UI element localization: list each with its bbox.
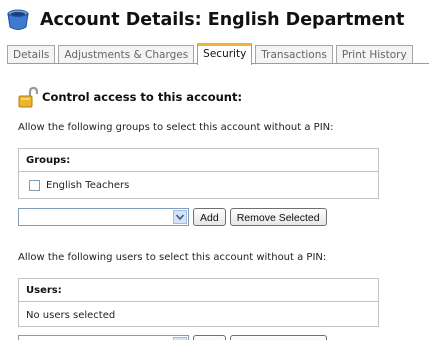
group-select[interactable]: [18, 208, 189, 226]
user-select[interactable]: [18, 335, 189, 340]
tab-bar: Details Adjustments & Charges Security T…: [7, 42, 429, 65]
page-title: Account Details: English Department: [40, 10, 405, 30]
page-header: Account Details: English Department: [6, 6, 404, 34]
users-list: Users: No users selected: [18, 278, 379, 327]
groups-header: Groups:: [19, 149, 378, 172]
user-controls: Add Remove Selected: [18, 335, 331, 340]
remove-selected-group-button[interactable]: Remove Selected: [229, 208, 327, 226]
users-description: Allow the following users to select this…: [18, 252, 327, 263]
groups-list: Groups: English Teachers: [18, 148, 379, 199]
tab-transactions[interactable]: Transactions: [255, 45, 333, 64]
remove-selected-user-button[interactable]: Remove Selected: [229, 335, 327, 340]
tab-security[interactable]: Security: [197, 43, 253, 65]
tab-print-history[interactable]: Print History: [335, 45, 413, 64]
group-label: English Teachers: [46, 180, 130, 191]
group-checkbox[interactable]: [29, 180, 40, 191]
tab-adjustments-charges[interactable]: Adjustments & Charges: [58, 45, 195, 64]
account-cup-icon: [6, 8, 30, 32]
groups-description: Allow the following groups to select thi…: [18, 122, 334, 133]
users-header: Users:: [19, 279, 378, 302]
tab-details[interactable]: Details: [7, 45, 56, 64]
users-empty-message: No users selected: [26, 310, 116, 321]
padlock-open-icon: [18, 86, 39, 108]
section-heading: Control access to this account:: [18, 86, 242, 108]
add-user-button[interactable]: Add: [193, 335, 226, 340]
section-heading-label: Control access to this account:: [42, 90, 243, 104]
add-group-button[interactable]: Add: [193, 208, 226, 226]
list-item[interactable]: English Teachers: [19, 172, 378, 194]
chevron-down-icon[interactable]: [173, 210, 187, 224]
group-controls: Add Remove Selected: [18, 208, 331, 226]
